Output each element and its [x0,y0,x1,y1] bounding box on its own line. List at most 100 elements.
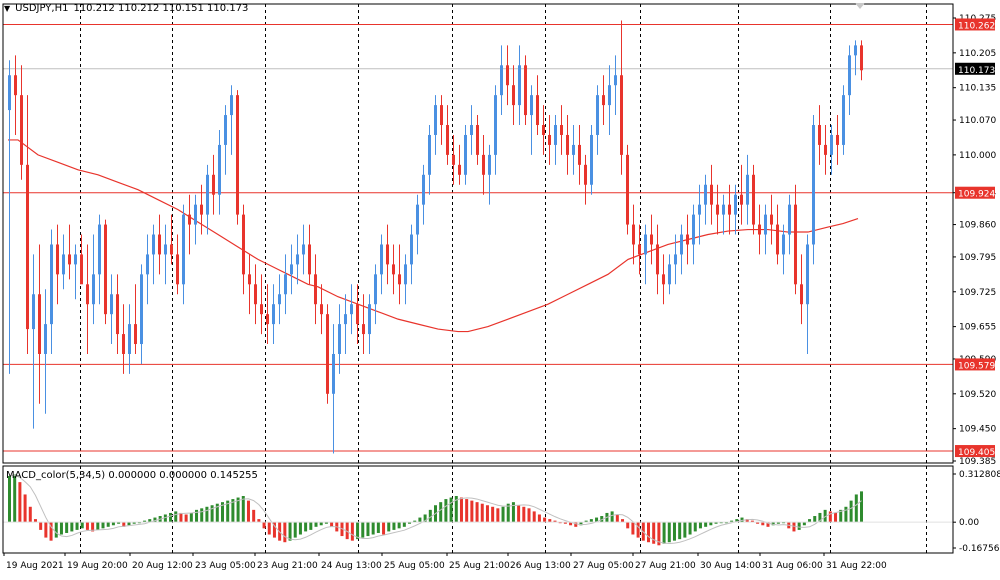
macd-histogram-bar [797,522,801,530]
y-tick-label: 109.450 [959,425,996,435]
candle-body [176,254,179,285]
candle-body [668,264,671,285]
candle-body [806,244,809,305]
candle-body [704,184,707,205]
candle-body [212,174,215,195]
macd-histogram-bar [626,522,630,529]
candle-body [776,224,779,255]
x-tick-label: 19 Aug 2021 [6,561,64,571]
candle-body [362,324,365,335]
candle-body [770,214,773,225]
macd-histogram-bar [849,500,853,523]
macd-histogram-bar [662,522,666,544]
macd-histogram-bar [397,522,401,529]
macd-histogram-bar [465,499,469,523]
y-tick-label: 109.795 [959,253,996,263]
candle-body [458,164,461,175]
macd-histogram-bar [459,497,463,523]
macd-histogram-bar [75,522,79,530]
x-tick-label: 20 Aug 12:00 [132,561,193,571]
y-tick-label: 109.655 [959,323,996,333]
candle-body [128,324,131,354]
candle-body [836,134,839,145]
candle-body [488,154,491,175]
candle-body [794,204,797,285]
x-tick-label: 31 Aug 22:00 [826,561,887,571]
candle-body [350,304,353,315]
candle-body [572,144,575,155]
candle-body [818,125,821,145]
macd-histogram-bar [813,516,817,523]
candle-body [656,244,659,275]
level-price-label: 109.924 [958,190,995,200]
macd-histogram-bar [683,522,687,538]
y-tick-label: 110.135 [959,84,996,94]
macd-histogram-bar [698,522,702,529]
candle-body [326,314,329,394]
candle-body [110,294,113,315]
candle-body [632,224,635,245]
y-tick-label: 110.205 [959,49,996,59]
macd-histogram-bar [610,511,614,523]
macd-histogram-bar [496,508,500,523]
candle-body [584,164,587,185]
macd-name: MACD_color(5,34,5) [6,470,106,481]
macd-histogram-bar [101,522,105,529]
macd-histogram-bar [387,522,391,532]
x-tick-label: 25 Aug 05:00 [384,561,445,571]
candle-body [200,204,203,215]
candle-body [764,214,767,235]
candle-body [620,75,623,155]
candle-body [404,264,407,285]
dropdown-triangle-icon[interactable]: ▼ [4,4,10,14]
x-tick-label: 24 Aug 13:00 [321,561,382,571]
candle-body [800,284,803,305]
candle-body [716,204,719,215]
macd-histogram-bar [688,522,692,535]
macd-histogram-bar [522,506,526,523]
candle-body [416,204,419,235]
trading-chart[interactable]: 110.275110.205110.135110.070110.000109.9… [0,0,1000,580]
macd-histogram-bar [184,514,188,523]
symbol-label: USDJPY,H1 [15,3,69,14]
candle-body [644,234,647,255]
macd-y-tick-label: 0.312808 [959,470,1000,480]
candle-body [260,304,263,315]
candle-body [272,304,275,325]
candle-body [698,204,701,215]
macd-histogram-bar [106,522,110,527]
candle-body [194,204,197,225]
macd-histogram-bar [615,514,619,523]
macd-histogram-bar [475,502,479,523]
candle-body [740,194,743,205]
candle-body [512,85,515,106]
candle-body [218,144,221,195]
macd-histogram-bar [704,522,708,527]
macd-values: 0.000000 0.000000 0.145255 [108,470,258,481]
candle-body [854,45,857,56]
candle-body [248,274,251,285]
candle-body [614,75,617,86]
x-tick-label: 25 Aug 21:00 [449,561,510,571]
candle-body [266,314,269,325]
macd-y-tick-label: -0.167569 [959,544,1000,554]
candle-body [290,264,293,275]
candle-body [860,45,863,71]
x-tick-label: 27 Aug 05:00 [573,561,634,571]
candle-body [524,65,527,116]
candle-body [548,134,551,145]
candle-body [92,274,95,305]
candle-body [662,274,665,285]
macd-histogram-bar [314,522,318,527]
candle-body [170,244,173,255]
macd-histogram-bar [85,522,89,530]
ohlc-values: 110.212 110.212 110.151 110.173 [73,3,249,14]
candle-body [374,274,377,305]
macd-histogram-bar [844,506,848,523]
level-price-label: 109.579 [958,361,995,371]
candle-body [440,105,443,126]
candle-body [38,294,41,354]
macd-histogram-bar [189,512,193,523]
candle-body [410,234,413,265]
macd-histogram-bar [174,511,178,523]
